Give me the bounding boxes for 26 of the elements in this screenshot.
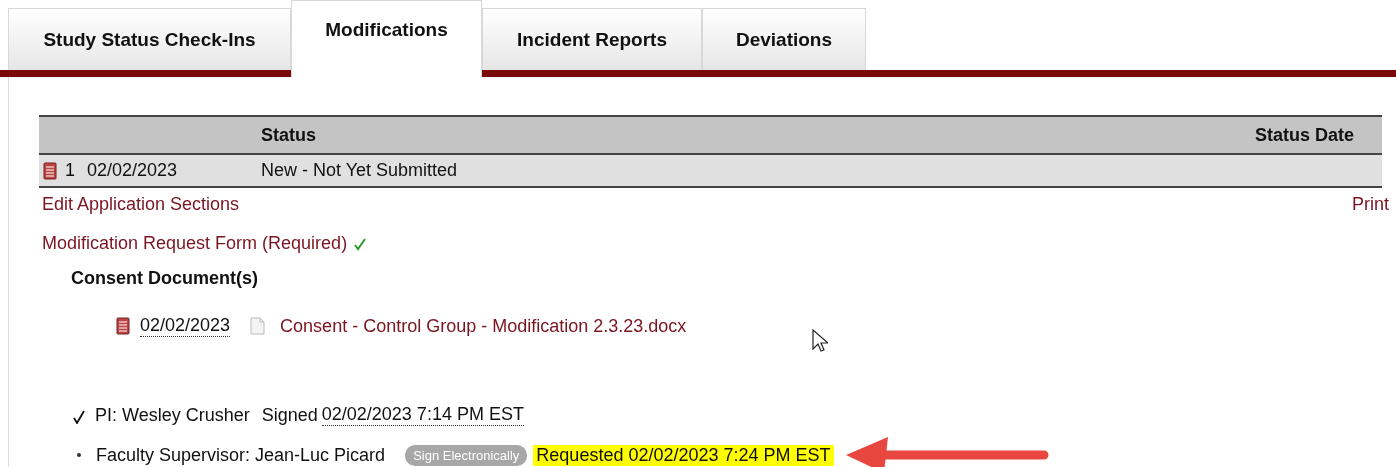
document-link[interactable]: Consent - Control Group - Modification 2.3.23.docx bbox=[280, 315, 687, 337]
column-header: Status Date bbox=[941, 116, 1382, 154]
signature-status: Signed bbox=[261, 404, 318, 426]
edit-link[interactable]: Edit Application Sections bbox=[42, 194, 240, 215]
check-icon bbox=[73, 410, 85, 424]
request-status: Requested 02/02/2023 7:24 PM EST bbox=[533, 444, 834, 466]
form-link[interactable]: Modification Request Form (Required) bbox=[42, 233, 348, 254]
tab[interactable]: Deviations bbox=[702, 8, 866, 70]
tab[interactable]: Study Status Check-Ins bbox=[8, 8, 291, 70]
file-icon bbox=[250, 317, 266, 335]
cursor-icon bbox=[812, 329, 829, 353]
signature-time: 02/02/2023 7:14 PM EST bbox=[321, 404, 524, 426]
document-icon bbox=[43, 162, 57, 181]
table-cell: 02/02/2023 bbox=[87, 160, 178, 180]
signer-name: Faculty Supervisor: Jean-Luc Picard bbox=[96, 444, 386, 466]
row-number: 1 bbox=[65, 160, 75, 180]
print-link[interactable]: Print bbox=[1352, 194, 1389, 215]
signer-name: PI: Wesley Crusher bbox=[95, 404, 250, 426]
document-icon bbox=[116, 317, 130, 335]
document-date[interactable]: 02/02/2023 bbox=[140, 315, 231, 337]
tab[interactable]: Incident Reports bbox=[482, 8, 702, 70]
tab[interactable]: Modifications bbox=[291, 0, 482, 77]
table-cell: New - Not Yet Submitted bbox=[261, 154, 942, 187]
section-heading: Consent Document(s) bbox=[71, 268, 259, 289]
column-header: Status bbox=[261, 116, 942, 154]
bullet-icon bbox=[76, 452, 82, 458]
